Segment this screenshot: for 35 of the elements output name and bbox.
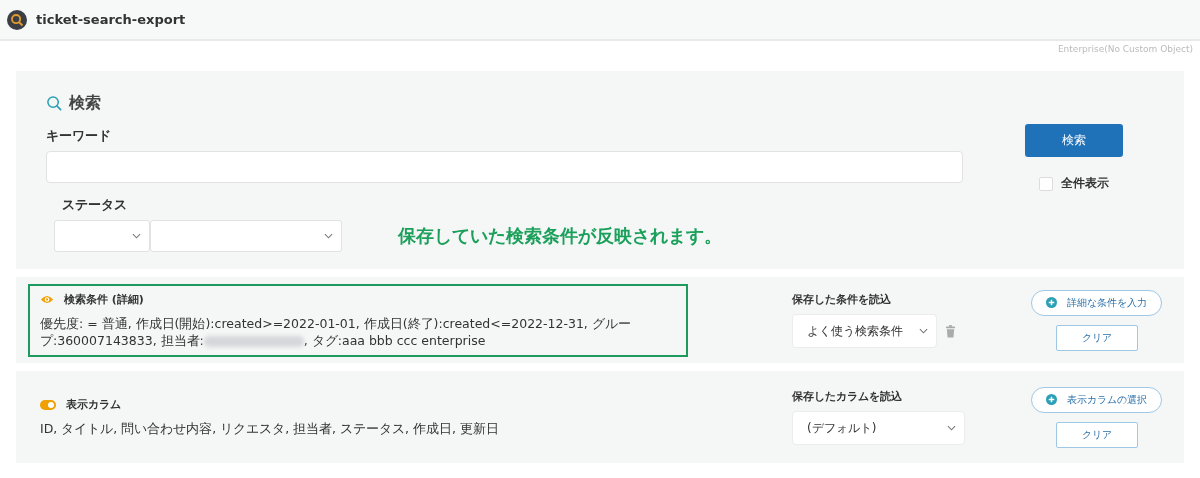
columns-title: 表示カラム — [66, 397, 121, 412]
search-title: 検索 — [69, 93, 101, 114]
trash-icon[interactable] — [945, 324, 956, 338]
select-columns-button[interactable]: 表示カラムの選択 — [1031, 386, 1162, 413]
saved-columns-select[interactable]: (デフォルト) — [792, 411, 965, 445]
status-select[interactable] — [150, 220, 342, 252]
saved-conditions-select[interactable]: よく使う検索条件 — [792, 314, 937, 348]
saved-columns-label: 保存したカラムを読込 — [792, 389, 903, 404]
show-all-label: 全件表示 — [1061, 175, 1109, 192]
saved-conditions-label: 保存した条件を読込 — [792, 292, 892, 307]
annotation-text: 保存していた検索条件が反映されます。 — [398, 224, 722, 248]
status-label: ステータス — [62, 197, 128, 214]
clear-button[interactable]: クリア — [1055, 421, 1138, 448]
columns-text: ID, タイトル, 問い合わせ内容, リクエスタ, 担当者, ステータス, 作成日, 更新日 — [40, 420, 500, 437]
eye-icon — [40, 293, 54, 305]
keyword-label: キーワード — [46, 128, 112, 145]
app-title: ticket-search-export — [36, 12, 186, 27]
columns-toggle[interactable] — [40, 399, 56, 410]
chevron-icon — [947, 425, 956, 431]
show-all-checkbox[interactable] — [1039, 176, 1053, 191]
plus-icon — [1046, 297, 1057, 308]
chevron-icon — [132, 233, 141, 239]
search-icon — [46, 95, 63, 112]
chevron-icon — [919, 328, 928, 334]
chevron-icon — [324, 233, 333, 239]
plan-label: Enterprise(No Custom Object) — [1057, 44, 1193, 56]
search-logo-icon — [7, 9, 27, 30]
plus-icon — [1046, 394, 1057, 405]
search-button[interactable]: 検索 — [1025, 124, 1123, 157]
add-conditions-button[interactable]: 詳細な条件を入力 — [1031, 289, 1162, 316]
status-select[interactable] — [54, 220, 150, 252]
keyword-field[interactable] — [46, 151, 963, 183]
conditions-title: 検索条件 (詳細) — [64, 291, 144, 307]
clear-button[interactable]: クリア — [1055, 324, 1138, 351]
conditions-text: 優先度: = 普通, 作成日(開始):created>=2022-01-01, 作成日(終了):created<=2022-12-31, グループ:360007143833, 担当者: , タグ:aaa bbb ccc enterprise — [40, 314, 632, 349]
